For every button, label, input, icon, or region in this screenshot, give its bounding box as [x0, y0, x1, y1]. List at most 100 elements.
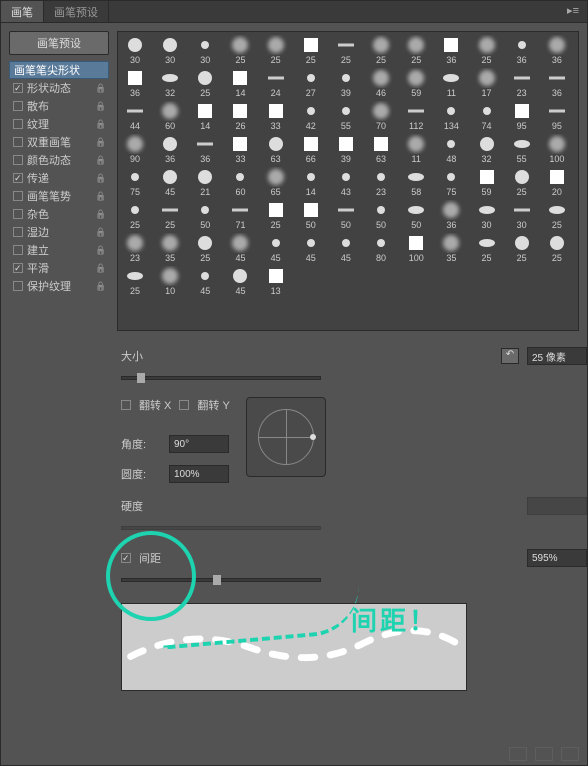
- brush-tip-cell[interactable]: 25: [190, 232, 220, 264]
- sidebar-item-5[interactable]: 颜色动态: [9, 151, 109, 169]
- preset-button[interactable]: 画笔预设: [9, 31, 109, 55]
- lock-icon[interactable]: [95, 136, 105, 148]
- brush-tip-cell[interactable]: 23: [366, 166, 396, 198]
- brush-tip-cell[interactable]: 100: [401, 232, 431, 264]
- brush-tip-cell[interactable]: 90: [120, 133, 150, 165]
- brush-tip-cell[interactable]: 32: [472, 133, 502, 165]
- brush-tip-cell[interactable]: 25: [401, 34, 431, 66]
- brush-tip-cell[interactable]: 36: [542, 67, 572, 99]
- brush-tip-cell[interactable]: 43: [331, 166, 361, 198]
- brush-tip-cell[interactable]: 46: [366, 67, 396, 99]
- brush-tip-cell[interactable]: 32: [155, 67, 185, 99]
- brush-tip-cell[interactable]: 21: [190, 166, 220, 198]
- brush-tip-cell[interactable]: 50: [366, 199, 396, 231]
- brush-tip-cell[interactable]: 55: [507, 133, 537, 165]
- sidebar-checkbox[interactable]: [13, 209, 23, 219]
- flip-x-checkbox[interactable]: [121, 400, 131, 410]
- lock-icon[interactable]: [95, 226, 105, 238]
- brush-tip-cell[interactable]: 71: [225, 199, 255, 231]
- brush-tip-cell[interactable]: 25: [472, 232, 502, 264]
- brush-tip-cell[interactable]: 45: [155, 166, 185, 198]
- sidebar-item-0[interactable]: 画笔笔尖形状: [9, 61, 109, 79]
- brush-tip-cell[interactable]: 60: [155, 100, 185, 132]
- lock-icon[interactable]: [95, 208, 105, 220]
- brush-tip-cell[interactable]: 11: [401, 133, 431, 165]
- sidebar-item-7[interactable]: 画笔笔势: [9, 187, 109, 205]
- brush-tip-cell[interactable]: 10: [155, 265, 185, 297]
- brush-tip-cell[interactable]: 23: [507, 67, 537, 99]
- brush-tip-cell[interactable]: 25: [296, 34, 326, 66]
- brush-tip-cell[interactable]: 24: [261, 67, 291, 99]
- sidebar-item-11[interactable]: 平滑: [9, 259, 109, 277]
- tab-brush-presets[interactable]: 画笔预设: [44, 1, 109, 22]
- brush-tip-cell[interactable]: 44: [120, 100, 150, 132]
- brush-tip-cell[interactable]: 25: [331, 34, 361, 66]
- brush-tip-cell[interactable]: 30: [120, 34, 150, 66]
- lock-icon[interactable]: [95, 154, 105, 166]
- brush-tip-cell[interactable]: 45: [225, 232, 255, 264]
- brush-tip-cell[interactable]: 55: [331, 100, 361, 132]
- tab-brush[interactable]: 画笔: [1, 1, 44, 22]
- brush-tip-cell[interactable]: 48: [436, 133, 466, 165]
- size-input[interactable]: [527, 347, 587, 365]
- brush-tip-cell[interactable]: 30: [155, 34, 185, 66]
- lock-icon[interactable]: [95, 172, 105, 184]
- brush-tip-cell[interactable]: 25: [261, 34, 291, 66]
- sidebar-checkbox[interactable]: [13, 281, 23, 291]
- brush-tip-cell[interactable]: 30: [472, 199, 502, 231]
- flip-y-checkbox[interactable]: [179, 400, 189, 410]
- sidebar-checkbox[interactable]: [13, 227, 23, 237]
- brush-tip-cell[interactable]: 36: [507, 34, 537, 66]
- sidebar-checkbox[interactable]: [13, 83, 23, 93]
- brush-tip-cell[interactable]: 75: [436, 166, 466, 198]
- brush-tip-cell[interactable]: 23: [120, 232, 150, 264]
- brush-tip-cell[interactable]: 25: [472, 34, 502, 66]
- sidebar-item-4[interactable]: 双重画笔: [9, 133, 109, 151]
- brush-tip-cell[interactable]: 25: [366, 34, 396, 66]
- brush-tip-cell[interactable]: 11: [436, 67, 466, 99]
- sidebar-checkbox[interactable]: [13, 191, 23, 201]
- size-slider[interactable]: [121, 371, 321, 385]
- brush-tip-cell[interactable]: 35: [155, 232, 185, 264]
- brush-tip-cell[interactable]: 36: [120, 67, 150, 99]
- brush-tip-cell[interactable]: 45: [261, 232, 291, 264]
- lock-icon[interactable]: [95, 190, 105, 202]
- brush-tip-cell[interactable]: 36: [155, 133, 185, 165]
- brush-tip-cell[interactable]: 70: [366, 100, 396, 132]
- size-reset-button[interactable]: ↶: [501, 348, 519, 364]
- brush-tip-cell[interactable]: 59: [401, 67, 431, 99]
- brush-tip-cell[interactable]: 35: [436, 232, 466, 264]
- sidebar-item-6[interactable]: 传递: [9, 169, 109, 187]
- brush-tip-cell[interactable]: 36: [190, 133, 220, 165]
- sidebar-item-8[interactable]: 杂色: [9, 205, 109, 223]
- brush-tip-cell[interactable]: 20: [542, 166, 572, 198]
- sidebar-checkbox[interactable]: [13, 155, 23, 165]
- brush-tip-cell[interactable]: 33: [261, 100, 291, 132]
- brush-tip-cell[interactable]: 50: [331, 199, 361, 231]
- brush-tip-cell[interactable]: 36: [436, 199, 466, 231]
- brush-tip-cell[interactable]: 95: [507, 100, 537, 132]
- brush-tip-cell[interactable]: 45: [190, 265, 220, 297]
- brush-tip-cell[interactable]: 25: [507, 166, 537, 198]
- spacing-input[interactable]: [527, 549, 587, 567]
- brush-tip-cell[interactable]: 25: [120, 265, 150, 297]
- sidebar-checkbox[interactable]: [13, 245, 23, 255]
- brush-tip-cell[interactable]: 27: [296, 67, 326, 99]
- brush-tip-grid[interactable]: 3030302525252525253625363636322514242739…: [117, 31, 579, 331]
- brush-tip-cell[interactable]: 80: [366, 232, 396, 264]
- panel-menu-icon[interactable]: ▸≡: [559, 1, 587, 22]
- brush-tip-cell[interactable]: 30: [190, 34, 220, 66]
- brush-tip-cell[interactable]: 95: [542, 100, 572, 132]
- lock-icon[interactable]: [95, 82, 105, 94]
- brush-tip-cell[interactable]: 100: [542, 133, 572, 165]
- toggle-view-icon[interactable]: [509, 747, 527, 761]
- roundness-input[interactable]: [169, 465, 229, 483]
- brush-tip-cell[interactable]: 45: [331, 232, 361, 264]
- brush-tip-cell[interactable]: 60: [225, 166, 255, 198]
- brush-tip-cell[interactable]: 14: [190, 100, 220, 132]
- brush-tip-cell[interactable]: 42: [296, 100, 326, 132]
- brush-tip-cell[interactable]: 74: [472, 100, 502, 132]
- brush-tip-cell[interactable]: 50: [401, 199, 431, 231]
- brush-tip-cell[interactable]: 25: [542, 232, 572, 264]
- brush-tip-cell[interactable]: 39: [331, 133, 361, 165]
